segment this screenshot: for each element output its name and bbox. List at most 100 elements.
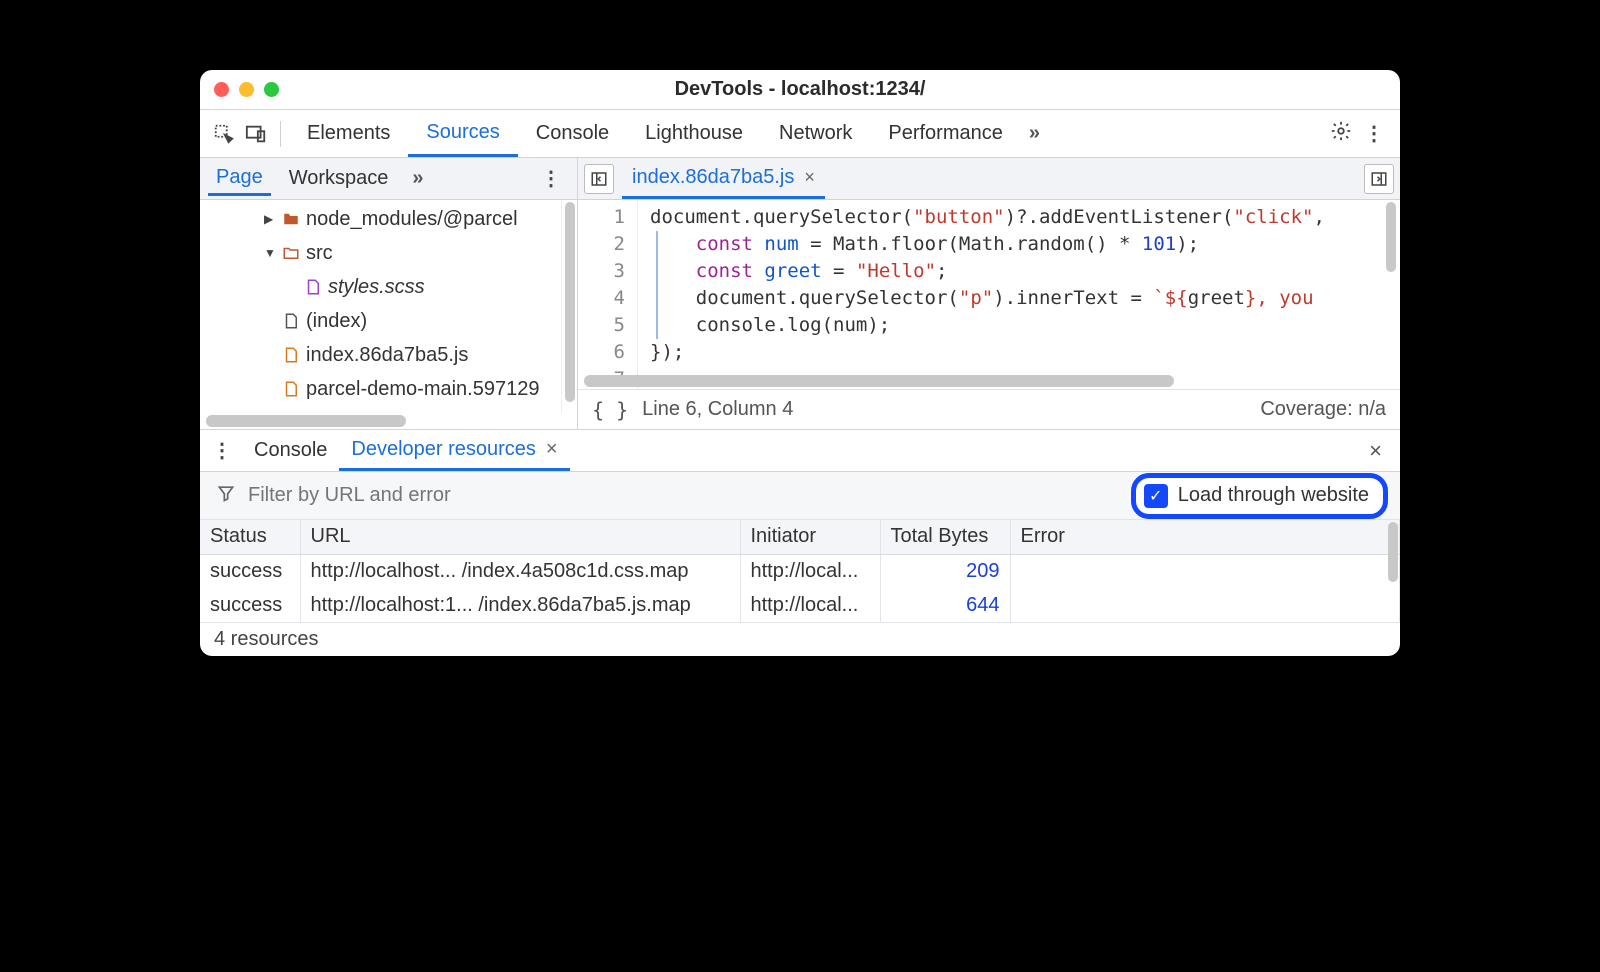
twisty-right-icon: ▶: [264, 212, 276, 226]
traffic-lights: [214, 82, 279, 97]
editor-vscroll[interactable]: [1384, 200, 1398, 389]
file-tree: ▶ node_modules/@parcel ▼ src: [200, 200, 577, 413]
folder-open-icon: [282, 243, 300, 263]
titlebar: DevTools - localhost:1234/: [200, 70, 1400, 110]
tree-label: src: [306, 242, 333, 265]
cell-error: [1010, 554, 1400, 588]
tab-console[interactable]: Console: [518, 110, 627, 157]
tabs-overflow-icon[interactable]: »: [1021, 122, 1048, 145]
toggle-left-pane-icon[interactable]: [584, 164, 614, 194]
cell-status: success: [200, 588, 300, 622]
editor-pane: index.86da7ba5.js × 1234567 document.que…: [578, 158, 1400, 429]
cell-bytes: 209: [880, 554, 1010, 588]
cell-initiator: http://local...: [740, 554, 880, 588]
table-vscroll[interactable]: [1386, 520, 1400, 622]
editor-tabbar: index.86da7ba5.js ×: [578, 158, 1400, 200]
subtab-page[interactable]: Page: [208, 162, 271, 196]
tree-file-index[interactable]: (index): [200, 304, 561, 338]
filter-icon: [216, 483, 236, 509]
tree-file-index-css[interactable]: index.4a508c1d.css: [200, 406, 561, 413]
resources-table: Status URL Initiator Total Bytes Error s…: [200, 520, 1400, 622]
sources-panel: Page Workspace » ⋮ ▶ node_modules/@parce…: [200, 158, 1400, 430]
more-menu-icon[interactable]: ⋮: [1360, 121, 1392, 146]
table-row[interactable]: success http://localhost:1... /index.86d…: [200, 588, 1400, 622]
tree-label: node_modules/@parcel: [306, 208, 518, 231]
cell-url: http://localhost... /index.4a508c1d.css.…: [300, 554, 740, 588]
device-toggle-icon[interactable]: [240, 118, 272, 150]
cell-url: http://localhost:1... /index.86da7ba5.js…: [300, 588, 740, 622]
editor-file-label: index.86da7ba5.js: [632, 166, 794, 189]
cell-bytes: 644: [880, 588, 1010, 622]
drawer-more-icon[interactable]: ⋮: [210, 438, 242, 463]
drawer-close-icon[interactable]: ×: [1361, 438, 1390, 464]
coverage-status: Coverage: n/a: [1260, 398, 1386, 421]
tree-label: parcel-demo-main.597129: [306, 378, 539, 401]
tab-lighthouse[interactable]: Lighthouse: [627, 110, 761, 157]
zoom-window-button[interactable]: [264, 82, 279, 97]
tree-label: styles.scss: [328, 276, 425, 299]
navigator-vscroll[interactable]: [563, 200, 577, 413]
tree-file-index-js[interactable]: index.86da7ba5.js: [200, 338, 561, 372]
close-drawer-tab-icon[interactable]: ×: [546, 438, 558, 461]
col-url[interactable]: URL: [300, 520, 740, 554]
cell-initiator: http://local...: [740, 588, 880, 622]
filter-bar: ✓ Load through website: [200, 472, 1400, 520]
toggle-right-pane-icon[interactable]: [1364, 164, 1394, 194]
col-error[interactable]: Error: [1010, 520, 1400, 554]
drawer-tab-developer-resources[interactable]: Developer resources ×: [339, 430, 569, 471]
code-content: document.querySelector("button")?.addEve…: [638, 200, 1400, 389]
navigator-tabs: Page Workspace » ⋮: [200, 158, 577, 200]
file-orange-icon: [282, 379, 300, 399]
tree-folder-node-modules[interactable]: ▶ node_modules/@parcel: [200, 202, 561, 236]
close-window-button[interactable]: [214, 82, 229, 97]
tree-folder-src[interactable]: ▼ src: [200, 236, 561, 270]
tree-label: (index): [306, 310, 367, 333]
tab-elements[interactable]: Elements: [289, 110, 408, 157]
code-editor[interactable]: 1234567 document.querySelector("button")…: [578, 200, 1400, 389]
editor-status-bar: { } Line 6, Column 4 Coverage: n/a: [578, 389, 1400, 429]
file-orange-icon: [282, 345, 300, 365]
tab-network[interactable]: Network: [761, 110, 870, 157]
load-through-website-label: Load through website: [1178, 484, 1369, 507]
navigator-overflow-icon[interactable]: »: [406, 167, 429, 190]
twisty-down-icon: ▼: [264, 246, 276, 260]
main-toolbar: Elements Sources Console Lighthouse Netw…: [200, 110, 1400, 158]
drawer-tabs: ⋮ Console Developer resources × ×: [200, 430, 1400, 472]
filter-input[interactable]: [248, 484, 1119, 507]
tab-sources[interactable]: Sources: [408, 110, 517, 157]
file-purple-icon: [304, 277, 322, 297]
col-status[interactable]: Status: [200, 520, 300, 554]
editor-file-tab[interactable]: index.86da7ba5.js ×: [622, 158, 825, 199]
separator: [280, 121, 281, 147]
load-through-website-toggle[interactable]: ✓ Load through website: [1131, 473, 1388, 519]
tree-file-parcel-demo[interactable]: parcel-demo-main.597129: [200, 372, 561, 406]
window-title: DevTools - localhost:1234/: [200, 78, 1400, 101]
drawer-footer: 4 resources: [200, 622, 1400, 656]
file-icon: [282, 311, 300, 331]
cell-status: success: [200, 554, 300, 588]
settings-gear-icon[interactable]: [1322, 120, 1360, 148]
navigator-pane: Page Workspace » ⋮ ▶ node_modules/@parce…: [200, 158, 578, 429]
fold-bar: [656, 231, 658, 339]
minimize-window-button[interactable]: [239, 82, 254, 97]
editor-hscroll[interactable]: [578, 373, 1400, 389]
drawer-tab-console[interactable]: Console: [242, 430, 339, 471]
tab-performance[interactable]: Performance: [870, 110, 1021, 157]
table-row[interactable]: success http://localhost... /index.4a508…: [200, 554, 1400, 588]
inspect-element-icon[interactable]: [208, 118, 240, 150]
col-initiator[interactable]: Initiator: [740, 520, 880, 554]
drawer-tab-label: Developer resources: [351, 438, 536, 461]
devtools-window: DevTools - localhost:1234/ Elements Sour…: [200, 70, 1400, 656]
folder-icon: [282, 209, 300, 229]
tree-file-styles-scss[interactable]: styles.scss: [200, 270, 561, 304]
pretty-print-icon[interactable]: { }: [592, 398, 628, 422]
close-tab-icon[interactable]: ×: [804, 167, 815, 188]
checkbox-checked-icon: ✓: [1144, 484, 1168, 508]
line-gutter: 1234567: [578, 200, 638, 389]
subtab-workspace[interactable]: Workspace: [281, 163, 397, 194]
navigator-more-icon[interactable]: ⋮: [537, 166, 569, 191]
cell-error: [1010, 588, 1400, 622]
tree-label: index.4a508c1d.css: [306, 412, 483, 414]
navigator-hscroll[interactable]: [200, 413, 577, 429]
col-total-bytes[interactable]: Total Bytes: [880, 520, 1010, 554]
